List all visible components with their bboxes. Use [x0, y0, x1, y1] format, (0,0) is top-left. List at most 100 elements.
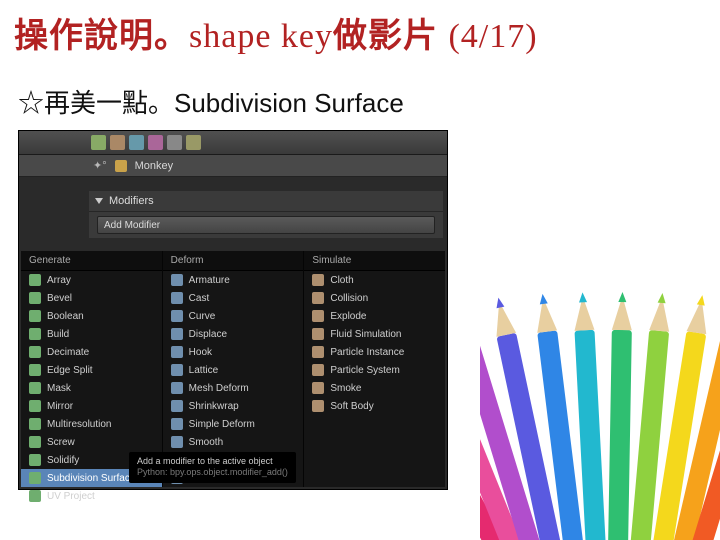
modifier-item[interactable]: Cast [163, 289, 304, 307]
modifier-label: Mesh Deform [189, 383, 249, 394]
modifier-item[interactable]: Particle System [304, 361, 445, 379]
tab-icon[interactable] [91, 135, 106, 150]
add-modifier-label: Add Modifier [104, 220, 160, 231]
object-icon [115, 160, 127, 172]
modifier-item[interactable]: Smoke [304, 379, 445, 397]
properties-tab-bar [19, 131, 447, 155]
modifier-item[interactable]: Curve [163, 307, 304, 325]
modifier-label: Cloth [330, 275, 353, 286]
modifier-label: Armature [189, 275, 230, 286]
modifier-item[interactable]: Edge Split [21, 361, 162, 379]
tab-icon[interactable] [148, 135, 163, 150]
modifier-item[interactable]: Multiresolution [21, 415, 162, 433]
title-dot: 。 [154, 17, 189, 55]
modifier-icon [171, 292, 183, 304]
panel-title: Modifiers [109, 195, 154, 207]
modifier-item[interactable]: Hook [163, 343, 304, 361]
modifier-item[interactable]: Build [21, 325, 162, 343]
modifier-icon [171, 436, 183, 448]
modifier-label: Subdivision Surface [47, 473, 135, 484]
column-header-deform: Deform [163, 251, 304, 271]
modifier-icon [29, 382, 41, 394]
pin-icon[interactable]: ✦° [93, 159, 107, 172]
modifier-item[interactable]: Lattice [163, 361, 304, 379]
modifier-label: Shrinkwrap [189, 401, 239, 412]
modifier-icon [29, 310, 41, 322]
modifier-item[interactable]: Armature [163, 271, 304, 289]
modifier-icon [171, 364, 183, 376]
tooltip-line2: Python: bpy.ops.object.modifier_add() [137, 467, 288, 479]
modifier-label: Lattice [189, 365, 218, 376]
modifier-icon [171, 382, 183, 394]
title-part-a: 操作說明 [14, 17, 154, 55]
modifier-icon [171, 274, 183, 286]
modifier-item[interactable]: UV Project [21, 487, 162, 505]
modifier-icon [29, 274, 41, 286]
modifier-icon [312, 364, 324, 376]
modifier-item[interactable]: Cloth [304, 271, 445, 289]
modifier-label: Multiresolution [47, 419, 111, 430]
tab-icon[interactable] [129, 135, 144, 150]
tab-icon[interactable] [110, 135, 125, 150]
modifier-icon [29, 400, 41, 412]
disclosure-triangle-icon [95, 198, 103, 204]
modifier-icon [312, 382, 324, 394]
modifier-item[interactable]: Particle Instance [304, 343, 445, 361]
modifier-icon [171, 400, 183, 412]
tab-icon[interactable] [186, 135, 201, 150]
modifier-label: Smooth [189, 437, 223, 448]
modifier-label: Simple Deform [189, 419, 255, 430]
modifier-label: Curve [189, 311, 216, 322]
modifier-item[interactable]: Collision [304, 289, 445, 307]
modifier-item[interactable]: Array [21, 271, 162, 289]
modifier-label: Decimate [47, 347, 89, 358]
add-modifier-button[interactable]: Add Modifier [97, 216, 435, 234]
modifier-label: Screw [47, 437, 75, 448]
modifier-item[interactable]: Mesh Deform [163, 379, 304, 397]
modifier-icon [312, 400, 324, 412]
modifier-label: Edge Split [47, 365, 93, 376]
modifier-icon [29, 418, 41, 430]
modifier-item[interactable]: Mirror [21, 397, 162, 415]
breadcrumb-bar: ✦° Monkey [19, 155, 447, 177]
modifier-label: Collision [330, 293, 368, 304]
pencil [608, 270, 633, 540]
modifier-item[interactable]: Bevel [21, 289, 162, 307]
column-header-generate: Generate [21, 251, 162, 271]
modifier-icon [171, 346, 183, 358]
modifier-item[interactable]: Soft Body [304, 397, 445, 415]
modifier-label: Hook [189, 347, 212, 358]
modifier-item[interactable]: Smooth [163, 433, 304, 451]
modifier-label: Fluid Simulation [330, 329, 401, 340]
modifier-icon [29, 328, 41, 340]
modifiers-panel: Modifiers Add Modifier [89, 191, 443, 238]
modifier-label: Particle System [330, 365, 399, 376]
modifier-label: Boolean [47, 311, 84, 322]
modifier-label: Build [47, 329, 69, 340]
tab-icon[interactable] [167, 135, 182, 150]
panel-header[interactable]: Modifiers [89, 191, 443, 212]
modifier-item[interactable]: Decimate [21, 343, 162, 361]
modifier-label: Cast [189, 293, 210, 304]
modifier-item[interactable]: Simple Deform [163, 415, 304, 433]
object-name: Monkey [135, 160, 174, 172]
modifier-item[interactable]: Boolean [21, 307, 162, 325]
modifier-item[interactable]: Screw [21, 433, 162, 451]
tooltip-line1: Add a modifier to the active object [137, 456, 288, 468]
modifier-label: Particle Instance [330, 347, 404, 358]
title-part-d: (4/17) [448, 18, 537, 55]
title-part-b: shape key [189, 18, 333, 55]
column-header-simulate: Simulate [304, 251, 445, 271]
modifier-label: Array [47, 275, 71, 286]
modifier-icon [312, 274, 324, 286]
modifier-item[interactable]: Displace [163, 325, 304, 343]
modifier-icon [312, 328, 324, 340]
modifier-icon [29, 364, 41, 376]
modifier-item[interactable]: Fluid Simulation [304, 325, 445, 343]
modifier-item[interactable]: Mask [21, 379, 162, 397]
slide-title: 操作說明。shape key做影片 (4/17) [0, 0, 720, 61]
modifier-icon [312, 292, 324, 304]
blender-screenshot: ✦° Monkey Modifiers Add Modifier Generat… [18, 130, 448, 490]
modifier-item[interactable]: Shrinkwrap [163, 397, 304, 415]
modifier-item[interactable]: Explode [304, 307, 445, 325]
